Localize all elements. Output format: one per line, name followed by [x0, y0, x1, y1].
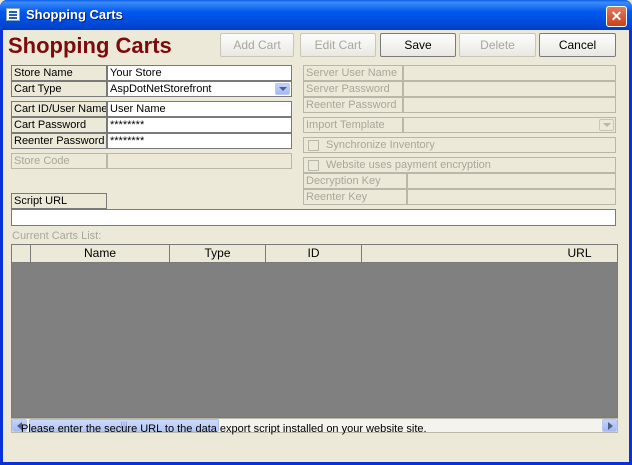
checkbox-icon[interactable] [308, 140, 319, 151]
row-selector-header[interactable] [12, 245, 31, 263]
arrow-right-icon[interactable] [602, 419, 617, 432]
cart-type-value: AspDotNetStorefront [110, 83, 212, 95]
server-reenter-input[interactable] [403, 97, 616, 113]
cart-type-label: Cart Type [11, 81, 107, 97]
status-message: Please enter the secure URL to the data … [21, 423, 427, 435]
encryption-checkbox[interactable]: Website uses payment encryption [303, 157, 616, 173]
server-user-label: Server User Name [303, 65, 403, 81]
store-name-label: Store Name [11, 65, 107, 81]
reenter-password-label: Reenter Password [11, 133, 107, 149]
cart-id-label: Cart ID/User Name [11, 101, 107, 117]
reenter-key-label: Reenter Key [303, 189, 407, 205]
window-title: Shopping Carts [26, 7, 123, 22]
decryption-key-input[interactable] [407, 173, 616, 189]
page-title: Shopping Carts [8, 33, 172, 58]
client-area: Shopping Carts Add Cart Edit Cart Save D… [3, 30, 629, 462]
server-password-label: Server Password [303, 81, 403, 97]
cart-id-input[interactable]: User Name [107, 101, 292, 117]
encryption-label: Website uses payment encryption [326, 159, 491, 171]
server-reenter-label: Reenter Password [303, 97, 403, 113]
save-button[interactable]: Save [380, 33, 456, 57]
chevron-down-icon[interactable] [275, 83, 290, 95]
column-header-url[interactable]: URL [362, 245, 617, 263]
checkbox-icon[interactable] [308, 160, 319, 171]
close-button[interactable]: ✕ [606, 6, 627, 27]
decryption-key-label: Decryption Key [303, 173, 407, 189]
add-cart-button[interactable]: Add Cart [220, 33, 294, 57]
column-header-id[interactable]: ID [266, 245, 362, 263]
column-header-type[interactable]: Type [170, 245, 266, 263]
import-template-label: Import Template [303, 117, 403, 133]
import-template-select[interactable] [403, 117, 616, 133]
script-url-label: Script URL [11, 193, 107, 209]
form-icon [6, 8, 20, 21]
sync-inventory-label: Synchronize Inventory [326, 139, 435, 151]
reenter-key-input[interactable] [407, 189, 616, 205]
reenter-password-input[interactable]: ******** [107, 133, 292, 149]
store-name-input[interactable]: Your Store [107, 65, 292, 81]
store-code-label: Store Code [11, 153, 107, 169]
cart-password-label: Cart Password [11, 117, 107, 133]
grid-header: Name Type ID URL [12, 245, 617, 263]
cart-password-input[interactable]: ******** [107, 117, 292, 133]
carts-grid[interactable]: Name Type ID URL [11, 244, 618, 418]
cart-type-select[interactable]: AspDotNetStorefront [107, 81, 292, 97]
sync-inventory-checkbox[interactable]: Synchronize Inventory [303, 137, 616, 153]
carts-list-label: Current Carts List: [12, 230, 102, 242]
cancel-button[interactable]: Cancel [539, 33, 616, 57]
server-user-input[interactable] [403, 65, 616, 81]
shopping-carts-window: Shopping Carts ✕ Shopping Carts Add Cart… [0, 0, 632, 465]
server-password-input[interactable] [403, 81, 616, 97]
store-code-input[interactable] [107, 153, 292, 169]
script-url-input[interactable] [11, 209, 616, 226]
chevron-down-icon[interactable] [599, 119, 614, 131]
delete-button[interactable]: Delete [459, 33, 536, 57]
column-header-name[interactable]: Name [31, 245, 170, 263]
title-bar[interactable]: Shopping Carts ✕ [0, 0, 632, 30]
edit-cart-button[interactable]: Edit Cart [300, 33, 376, 57]
